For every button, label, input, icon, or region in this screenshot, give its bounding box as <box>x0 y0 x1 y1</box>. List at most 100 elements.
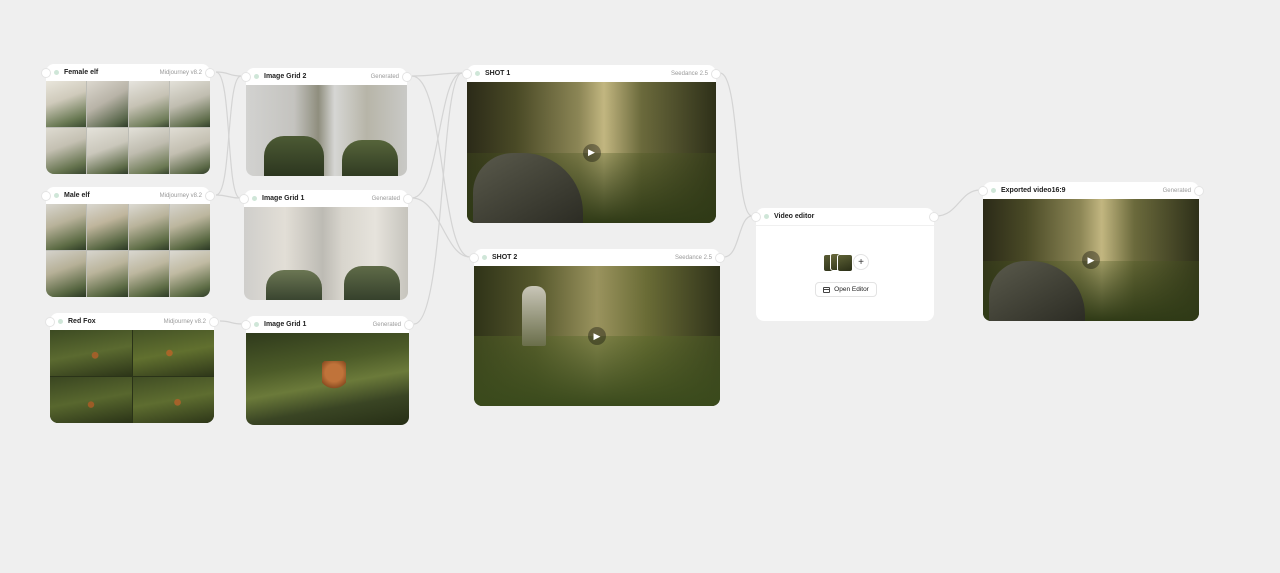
video-preview[interactable]: ▶ <box>983 199 1199 321</box>
status-dot-icon <box>54 193 59 198</box>
grid-image[interactable] <box>128 204 169 250</box>
node-header[interactable]: SHOT 2 Seedance 2.5 <box>474 249 720 266</box>
input-port[interactable] <box>41 68 51 78</box>
output-port[interactable] <box>929 212 939 222</box>
node-header[interactable]: Image Grid 1 Generated <box>244 190 408 207</box>
output-port[interactable] <box>209 317 219 327</box>
status-dot-icon <box>58 319 63 324</box>
grid-image[interactable] <box>132 377 214 423</box>
input-port[interactable] <box>241 72 251 82</box>
edge-male-to-grid2 <box>215 75 242 196</box>
status-dot-icon <box>254 322 259 327</box>
video-preview[interactable]: ▶ <box>467 82 716 223</box>
play-icon[interactable]: ▶ <box>582 143 601 162</box>
edge-editor-to-exported <box>935 189 981 217</box>
node-image-grid-2[interactable]: Image Grid 2 Generated <box>241 68 412 176</box>
input-port[interactable] <box>45 317 55 327</box>
node-title: Image Grid 2 <box>264 73 307 80</box>
node-header[interactable]: Exported video16:9 Generated <box>983 182 1199 199</box>
output-port[interactable] <box>404 320 414 330</box>
grid-image[interactable] <box>46 81 87 127</box>
node-female-elf[interactable]: Female elf Midjourney v8.2 <box>41 64 215 174</box>
grid-image[interactable] <box>46 251 87 297</box>
node-header[interactable]: SHOT 1 Seedance 2.5 <box>467 65 716 82</box>
node-male-elf[interactable]: Male elf Midjourney v8.2 <box>41 187 215 297</box>
edge-male-to-grid1 <box>215 194 241 199</box>
grid-image[interactable] <box>87 204 128 250</box>
grid-image[interactable] <box>46 128 87 174</box>
play-icon[interactable]: ▶ <box>1082 251 1100 269</box>
edge-shot1-to-editor <box>719 72 753 217</box>
output-port[interactable] <box>1194 186 1204 196</box>
grid-image[interactable] <box>87 251 128 297</box>
grid-image[interactable] <box>169 251 210 297</box>
node-header[interactable]: Image Grid 2 Generated <box>246 68 407 85</box>
image-preview[interactable] <box>246 85 407 176</box>
output-port[interactable] <box>402 72 412 82</box>
input-port[interactable] <box>41 191 51 201</box>
node-shot-1[interactable]: SHOT 1 Seedance 2.5 ▶ <box>462 65 721 223</box>
model-tag: Generated <box>372 321 401 328</box>
node-header[interactable]: Female elf Midjourney v8.2 <box>46 64 210 81</box>
node-title: Image Grid 1 <box>262 195 305 202</box>
node-image-grid-1-elf[interactable]: Image Grid 1 Generated <box>239 190 413 300</box>
grid-image[interactable] <box>132 330 214 376</box>
input-port[interactable] <box>241 320 251 330</box>
video-preview[interactable]: ▶ <box>474 266 720 406</box>
open-editor-button[interactable]: Open Editor <box>815 282 877 297</box>
grid-image[interactable] <box>50 377 132 423</box>
node-header[interactable]: Male elf Midjourney v8.2 <box>46 187 210 204</box>
node-shot-2[interactable]: SHOT 2 Seedance 2.5 ▶ <box>469 249 725 406</box>
grid-image[interactable] <box>87 81 128 127</box>
input-port[interactable] <box>462 69 472 79</box>
status-dot-icon <box>482 255 487 260</box>
output-port[interactable] <box>205 68 215 78</box>
figure-shape <box>264 136 324 176</box>
node-image-grid-1-fox[interactable]: Image Grid 1 Generated <box>241 316 414 425</box>
grid-image[interactable] <box>50 330 132 376</box>
clip-thumbnails[interactable] <box>823 253 853 272</box>
node-title: SHOT 1 <box>485 70 511 77</box>
grid-image[interactable] <box>128 128 169 174</box>
grid-image[interactable] <box>46 204 87 250</box>
output-port[interactable] <box>715 253 725 263</box>
input-port[interactable] <box>239 194 249 204</box>
output-port[interactable] <box>205 191 215 201</box>
grid-image[interactable] <box>169 204 210 250</box>
node-video-editor[interactable]: Video editor + Open Editor <box>751 208 939 321</box>
image-preview[interactable] <box>244 207 408 300</box>
node-red-fox[interactable]: Red Fox Midjourney v8.2 <box>45 313 219 423</box>
node-header[interactable]: Video editor <box>756 208 934 225</box>
add-clip-button[interactable]: + <box>853 254 869 270</box>
image-preview[interactable] <box>246 333 409 425</box>
clip-thumbnail[interactable] <box>837 254 853 272</box>
model-tag: Generated <box>1162 187 1191 194</box>
grid-image[interactable] <box>169 128 210 174</box>
grid-image[interactable] <box>128 251 169 297</box>
workflow-canvas[interactable]: Female elf Midjourney v8.2 Male elf Midj… <box>0 0 1280 573</box>
grid-image[interactable] <box>87 128 128 174</box>
model-tag: Midjourney v8.2 <box>163 318 206 325</box>
node-exported-video[interactable]: Exported video16:9 Generated ▶ <box>978 182 1204 321</box>
figure-shape <box>266 270 322 300</box>
input-port[interactable] <box>469 253 479 263</box>
grid-image[interactable] <box>128 81 169 127</box>
image-grid-preview[interactable] <box>46 81 210 174</box>
model-tag: Generated <box>371 195 400 202</box>
play-icon[interactable]: ▶ <box>588 327 606 345</box>
output-port[interactable] <box>403 194 413 204</box>
open-editor-label: Open Editor <box>834 286 869 293</box>
node-header[interactable]: Red Fox Midjourney v8.2 <box>50 313 214 330</box>
input-port[interactable] <box>978 186 988 196</box>
output-port[interactable] <box>711 69 721 79</box>
input-port[interactable] <box>751 212 761 222</box>
status-dot-icon <box>991 188 996 193</box>
node-title: Video editor <box>774 213 815 220</box>
image-grid-preview[interactable] <box>46 204 210 297</box>
model-tag: Seedance 2.5 <box>674 254 712 261</box>
image-grid-preview[interactable] <box>50 330 214 423</box>
node-header[interactable]: Image Grid 1 Generated <box>246 316 409 333</box>
edge-grid2-to-shot2 <box>411 75 471 258</box>
grid-image[interactable] <box>169 81 210 127</box>
edge-grid2-to-shot1 <box>411 72 463 77</box>
